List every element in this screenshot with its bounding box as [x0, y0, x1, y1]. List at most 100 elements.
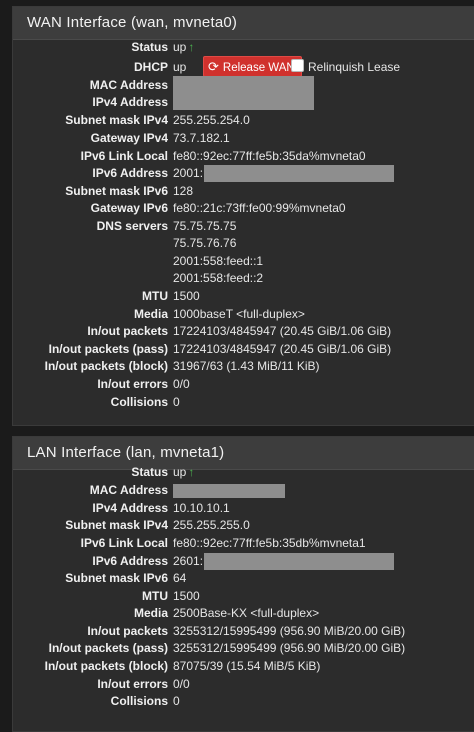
wan-collisions-label: Collisions: [110, 395, 168, 409]
lan-pkts-row: In/out packets 3255312/15995499 (956.90 …: [13, 623, 474, 640]
lan-mtu-label: MTU: [142, 589, 168, 603]
wan-gw6-row: Gateway IPv6 fe80::21c:73ff:fe00:99%mvne…: [13, 200, 474, 217]
wan-mtu-label: MTU: [142, 289, 168, 303]
lan-pkts-pass-value: 3255312/15995499 (956.90 MiB/20.00 GiB): [173, 641, 406, 655]
lan-pkts-pass-row: In/out packets (pass) 3255312/15995499 (…: [13, 640, 474, 657]
lan-collisions-value: 0: [173, 694, 180, 708]
lan-media-label: Media: [133, 606, 168, 620]
lan-status-row: Status up ↑: [13, 464, 474, 481]
wan-dns-3: 2001:558:feed::1: [173, 254, 264, 268]
relinquish-lease-checkbox[interactable]: [291, 59, 304, 72]
wan-ipv6-prefix: 2001:: [173, 166, 204, 180]
wan-errors-row: In/out errors 0/0: [13, 376, 474, 393]
wan-mac-ipv4-redacted: [173, 76, 314, 110]
wan-subnet4-value: 255.255.254.0: [173, 113, 250, 127]
lan-pkts-block-label: In/out packets (block): [44, 659, 168, 673]
lan-media-value: 2500Base-KX <full-duplex>: [173, 606, 320, 620]
lan-ipv4-row: IPv4 Address 10.10.10.1: [13, 500, 474, 517]
lan-errors-row: In/out errors 0/0: [13, 676, 474, 693]
lan-status-value: up: [173, 465, 187, 479]
wan-pkts-value: 17224103/4845947 (20.45 GiB/1.06 GiB): [173, 324, 392, 338]
wan-gw4-value: 73.7.182.1: [173, 131, 230, 145]
wan-dns-row: DNS servers 75.75.75.75: [13, 218, 474, 235]
lan-mac-redacted: [173, 483, 285, 498]
wan-gw6-label: Gateway IPv6: [90, 201, 168, 215]
wan-pkts-block-label: In/out packets (block): [44, 359, 168, 373]
wan-pkts-label: In/out packets: [87, 324, 168, 338]
lan-ipv4-label: IPv4 Address: [92, 501, 168, 515]
wan-dhcp-row: DHCP up ⟳ Release WAN Relinquish Lease: [13, 56, 474, 77]
lan-pkts-block-value: 87075/39 (15.54 MiB/5 KiB): [173, 659, 321, 673]
wan-ipv4-label: IPv4 Address: [92, 95, 168, 109]
wan-ll6-value: fe80::92ec:77ff:fe5b:35da%mvneta0: [173, 149, 366, 163]
lan-ipv6-label: IPv6 Address: [92, 554, 168, 568]
wan-subnet6-label: Subnet mask IPv6: [65, 184, 168, 198]
wan-subnet4-label: Subnet mask IPv4: [65, 113, 168, 127]
lan-errors-label: In/out errors: [97, 677, 168, 691]
wan-dns-2: 75.75.76.76: [173, 236, 237, 250]
lan-ipv4-value: 10.10.10.1: [173, 501, 230, 515]
wan-dns-row-2: 75.75.76.76: [13, 235, 474, 252]
lan-ipv6-row: IPv6 Address 2601:: [13, 553, 474, 570]
wan-status-row: Status up ↑: [13, 39, 474, 56]
lan-media-row: Media 2500Base-KX <full-duplex>: [13, 605, 474, 622]
lan-ipv6-prefix: 2601:: [173, 554, 204, 568]
wan-pkts-row: In/out packets 17224103/4845947 (20.45 G…: [13, 323, 474, 340]
arrow-up-icon: ↑: [188, 40, 195, 54]
lan-ll6-value: fe80::92ec:77ff:fe5b:35db%mvneta1: [173, 536, 366, 550]
wan-pkts-block-row: In/out packets (block) 31967/63 (1.43 Mi…: [13, 358, 474, 375]
wan-errors-label: In/out errors: [97, 377, 168, 391]
lan-pkts-pass-label: In/out packets (pass): [48, 641, 168, 655]
wan-ipv6-row: IPv6 Address 2001:: [13, 165, 474, 182]
wan-ipv6-label: IPv6 Address: [92, 166, 168, 180]
lan-subnet6-label: Subnet mask IPv6: [65, 571, 168, 585]
wan-dns-4: 2001:558:feed::2: [173, 271, 264, 285]
lan-subnet4-row: Subnet mask IPv4 255.255.255.0: [13, 517, 474, 534]
wan-ipv6-redacted: [204, 165, 395, 182]
wan-pkts-pass-value: 17224103/4845947 (20.45 GiB/1.06 GiB): [173, 342, 392, 356]
wan-status-value: up: [173, 40, 187, 54]
wan-subnet4-row: Subnet mask IPv4 255.255.254.0: [13, 112, 474, 129]
wan-dns-1: 75.75.75.75: [173, 219, 237, 233]
wan-dns-row-4: 2001:558:feed::2: [13, 270, 474, 287]
lan-mac-row: MAC Address: [13, 482, 474, 499]
wan-mac-label: MAC Address: [89, 78, 168, 92]
lan-collisions-label: Collisions: [110, 694, 168, 708]
refresh-icon: ⟳: [208, 59, 219, 74]
wan-subnet6-value: 128: [173, 184, 194, 198]
lan-errors-value: 0/0: [173, 677, 190, 691]
relinquish-lease-option[interactable]: Relinquish Lease: [291, 59, 400, 76]
wan-collisions-row: Collisions 0: [13, 394, 474, 411]
wan-subnet6-row: Subnet mask IPv6 128: [13, 183, 474, 200]
wan-gw6-value: fe80::21c:73ff:fe00:99%mvneta0: [173, 201, 346, 215]
lan-mac-label: MAC Address: [89, 483, 168, 497]
lan-ipv6-redacted: [204, 553, 395, 570]
arrow-up-icon: ↑: [188, 465, 195, 479]
wan-pkts-pass-row: In/out packets (pass) 17224103/4845947 (…: [13, 341, 474, 358]
release-wan-button[interactable]: ⟳ Release WAN: [203, 56, 302, 77]
wan-ll6-label: IPv6 Link Local: [80, 149, 168, 163]
wan-dns-row-3: 2001:558:feed::1: [13, 253, 474, 270]
lan-mtu-value: 1500: [173, 589, 200, 603]
lan-subnet6-row: Subnet mask IPv6 64: [13, 570, 474, 587]
wan-panel-title: WAN Interface (wan, mvneta0): [13, 7, 474, 40]
wan-pkts-pass-label: In/out packets (pass): [48, 342, 168, 356]
lan-ll6-label: IPv6 Link Local: [80, 536, 168, 550]
wan-media-row: Media 1000baseT <full-duplex>: [13, 306, 474, 323]
lan-pkts-label: In/out packets: [87, 624, 168, 638]
wan-collisions-value: 0: [173, 395, 180, 409]
lan-collisions-row: Collisions 0: [13, 693, 474, 710]
wan-media-value: 1000baseT <full-duplex>: [173, 307, 305, 321]
wan-status-label: Status: [131, 40, 168, 54]
lan-interface-panel: LAN Interface (lan, mvneta1) Status up ↑ …: [12, 436, 474, 732]
relinquish-lease-label: Relinquish Lease: [308, 60, 401, 74]
wan-ll6-row: IPv6 Link Local fe80::92ec:77ff:fe5b:35d…: [13, 148, 474, 165]
wan-gw4-row: Gateway IPv4 73.7.182.1: [13, 130, 474, 147]
lan-mtu-row: MTU 1500: [13, 588, 474, 605]
lan-status-label: Status: [131, 465, 168, 479]
wan-gw4-label: Gateway IPv4: [90, 131, 168, 145]
lan-subnet4-label: Subnet mask IPv4: [65, 518, 168, 532]
release-wan-label: Release WAN: [222, 62, 295, 74]
wan-interface-panel: WAN Interface (wan, mvneta0) Status up ↑ …: [12, 6, 474, 426]
wan-dns-label: DNS servers: [96, 219, 168, 233]
